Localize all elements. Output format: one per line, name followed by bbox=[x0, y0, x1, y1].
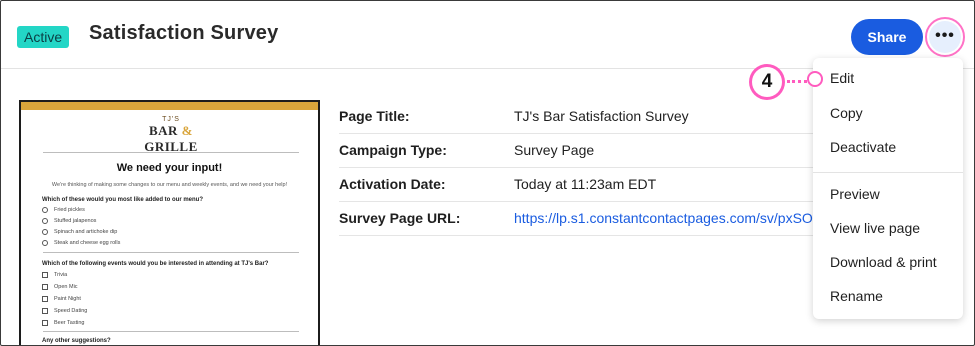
thumbnail-divider bbox=[43, 252, 299, 253]
callout-target-ring bbox=[807, 71, 823, 87]
status-badge: Active bbox=[17, 26, 70, 48]
bar-grille-logo: TJ'S BAR & GRILLE bbox=[144, 116, 198, 154]
share-button[interactable]: Share bbox=[851, 19, 923, 55]
menu-item-deactivate[interactable]: Deactivate bbox=[830, 139, 896, 155]
detail-label: Page Title: bbox=[339, 108, 410, 124]
survey-option: Fried pickles bbox=[42, 206, 85, 214]
menu-item-rename[interactable]: Rename bbox=[830, 288, 883, 304]
landing-page-detail-panel: Active Satisfaction Survey Share ••• TJ'… bbox=[0, 0, 975, 346]
radio-icon bbox=[42, 239, 48, 246]
survey-question: Which of the following events would you … bbox=[42, 261, 269, 267]
detail-label: Survey Page URL: bbox=[339, 210, 461, 226]
survey-question: Any other suggestions? bbox=[42, 338, 111, 344]
survey-heading: We need your input! bbox=[116, 162, 223, 174]
detail-value-campaign-type: Survey Page bbox=[514, 142, 595, 158]
checkbox-icon bbox=[42, 307, 48, 314]
menu-divider bbox=[813, 172, 963, 173]
menu-item-download-print[interactable]: Download & print bbox=[830, 254, 937, 270]
row-divider bbox=[339, 133, 839, 134]
callout-connector bbox=[787, 80, 807, 83]
menu-item-copy[interactable]: Copy bbox=[830, 105, 863, 121]
radio-icon bbox=[42, 217, 48, 224]
row-divider bbox=[339, 235, 839, 236]
survey-option: Paint Night bbox=[42, 295, 81, 303]
survey-option: Beer Tasting bbox=[42, 319, 84, 327]
survey-option: Stuffed jalapenos bbox=[42, 217, 96, 225]
menu-item-preview[interactable]: Preview bbox=[830, 186, 880, 202]
detail-value-activation-date: Today at 11:23am EDT bbox=[514, 176, 657, 192]
detail-label: Campaign Type: bbox=[339, 142, 447, 158]
survey-option: Steak and cheese egg rolls bbox=[42, 239, 120, 247]
survey-option: Spinach and artichoke dip bbox=[42, 228, 117, 236]
survey-question: Which of these would you most like added… bbox=[42, 197, 204, 203]
detail-label: Activation Date: bbox=[339, 176, 446, 192]
radio-icon bbox=[42, 206, 48, 213]
checkbox-icon bbox=[42, 283, 48, 290]
thumbnail-divider bbox=[43, 152, 299, 153]
more-options-menu: Edit Copy Deactivate Preview View live p… bbox=[813, 58, 963, 319]
checkbox-icon bbox=[42, 271, 48, 278]
survey-subtext: We're thinking of making some changes to… bbox=[51, 182, 288, 188]
radio-icon bbox=[42, 228, 48, 235]
row-divider bbox=[339, 167, 839, 168]
page-title: Satisfaction Survey bbox=[89, 22, 279, 44]
survey-option: Trivia bbox=[42, 271, 67, 279]
survey-page-url-link[interactable]: https://lp.s1.constantcontactpages.com/s… bbox=[514, 210, 813, 226]
thumbnail-divider bbox=[43, 331, 299, 332]
menu-item-view-live-page[interactable]: View live page bbox=[830, 220, 920, 236]
menu-item-edit[interactable]: Edit bbox=[830, 70, 854, 86]
survey-option: Open Mic bbox=[42, 283, 78, 291]
thumbnail-top-bar bbox=[21, 102, 318, 110]
checkbox-icon bbox=[42, 295, 48, 302]
checkbox-icon bbox=[42, 319, 48, 326]
step-number: 4 bbox=[752, 67, 782, 97]
survey-option: Speed Dating bbox=[42, 307, 87, 315]
more-options-button[interactable]: ••• bbox=[929, 21, 961, 53]
more-horizontal-icon: ••• bbox=[935, 27, 955, 44]
detail-value-page-title: TJ's Bar Satisfaction Survey bbox=[514, 108, 689, 124]
survey-preview-thumbnail[interactable]: TJ'S BAR & GRILLE We need your input! We… bbox=[19, 100, 320, 345]
row-divider bbox=[339, 201, 839, 202]
